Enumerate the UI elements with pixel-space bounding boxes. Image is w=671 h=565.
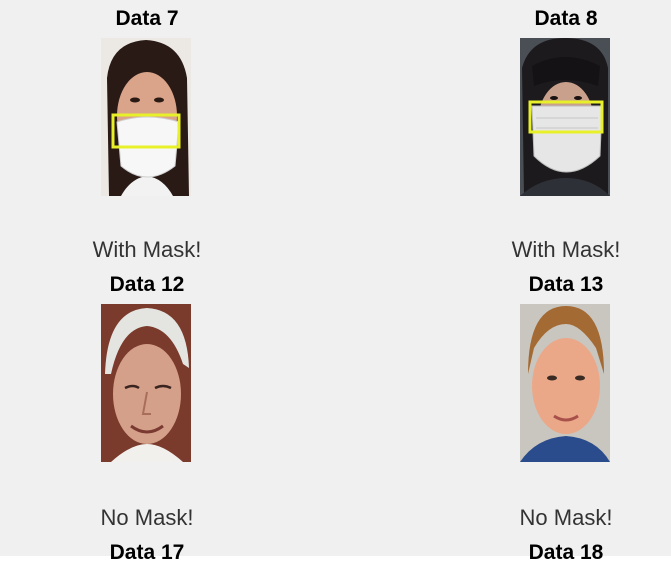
panel-caption: With Mask! [511,237,621,262]
panel-caption: With Mask! [92,237,202,262]
panel-title: Data 12 [109,273,185,296]
face-photo-masked-person [520,38,610,196]
figure-window: Data 7 With Mask! Data 8 With Mask! Data… [0,0,671,564]
panel-caption: No Mask! [100,505,194,530]
face-photo-masked-woman [101,38,191,196]
panel-title: Data 17 [109,541,185,564]
panel-title: Data 18 [528,541,604,564]
face-photo-elderly-man [101,304,191,462]
face-photo-man [520,304,610,462]
panel-title: Data 7 [115,7,179,30]
panel-caption: No Mask! [519,505,613,530]
panel-title: Data 8 [534,7,598,30]
panel-title: Data 13 [528,273,604,296]
